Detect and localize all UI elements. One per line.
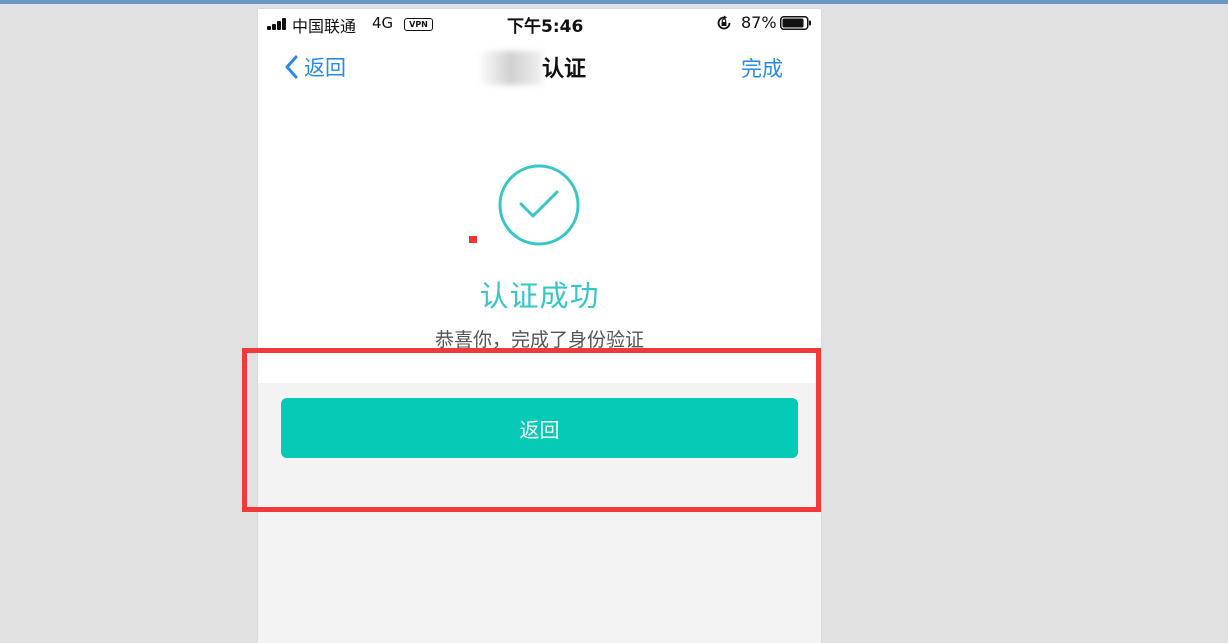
battery-icon <box>780 16 811 30</box>
navigation-bar: 返回 认证 完成 <box>258 37 821 97</box>
status-time: 下午5:46 <box>507 17 584 37</box>
redacted-title-part <box>478 51 542 85</box>
signal-strength-icon <box>267 18 289 30</box>
status-bar: 中国联通 4G VPN 下午5:46 87% <box>258 9 821 37</box>
return-button[interactable]: 返回 <box>281 398 798 458</box>
success-check-icon <box>498 164 580 246</box>
battery-percentage: 87% <box>741 13 777 32</box>
carrier-name: 中国联通 <box>292 17 357 36</box>
window-top-strip <box>0 0 1228 4</box>
done-button[interactable]: 完成 <box>741 53 783 83</box>
success-subtitle: 恭喜你，完成了身份验证 <box>434 329 644 351</box>
chevron-left-icon <box>285 55 298 79</box>
red-marker <box>469 236 477 243</box>
back-button-label: 返回 <box>304 56 346 80</box>
success-title: 认证成功 <box>479 279 600 313</box>
rotation-lock-icon <box>717 15 731 30</box>
return-button-label: 返回 <box>519 417 560 442</box>
back-button[interactable]: 返回 <box>284 53 346 81</box>
page-title: 认证 <box>542 57 587 82</box>
vpn-badge: VPN <box>404 18 433 31</box>
phone-screen: 中国联通 4G VPN 下午5:46 87% 返回 认证 完成 认证成功 恭喜你… <box>258 9 821 643</box>
network-type: 4G <box>372 14 394 32</box>
